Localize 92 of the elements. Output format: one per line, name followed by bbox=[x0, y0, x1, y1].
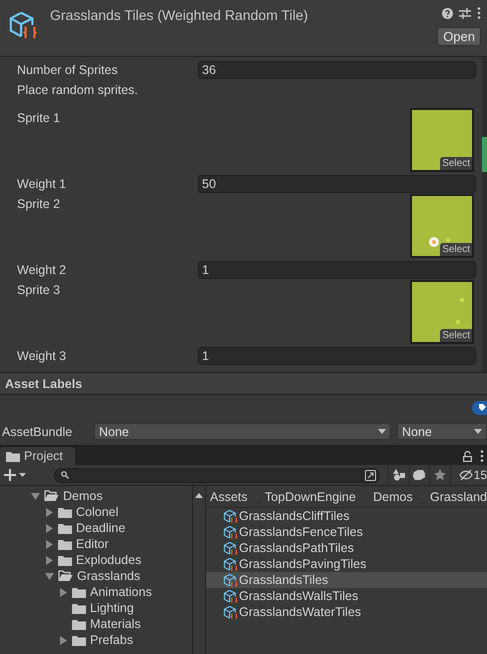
tile-asset-icon bbox=[223, 588, 238, 604]
sprite-slot[interactable]: Select bbox=[410, 108, 474, 172]
tile-asset-icon bbox=[223, 572, 238, 588]
collapsed-arrow-icon[interactable] bbox=[59, 636, 68, 644]
hidden-eye-icon[interactable] bbox=[458, 470, 473, 480]
input-field[interactable]: 36 bbox=[198, 61, 476, 79]
lock-icon[interactable] bbox=[463, 450, 472, 462]
folder-icon bbox=[58, 506, 72, 518]
folder-item[interactable]: Lighting bbox=[90, 601, 134, 615]
file-row[interactable]: GrasslandsPathTiles bbox=[206, 540, 487, 556]
file-row[interactable]: GrasslandsFenceTiles bbox=[206, 524, 487, 540]
file-row[interactable]: GrasslandsCliffTiles bbox=[206, 508, 487, 524]
folder-item[interactable]: Prefabs bbox=[90, 633, 134, 647]
file-row[interactable]: GrasslandsPavingTiles bbox=[206, 556, 487, 572]
more-icon[interactable] bbox=[477, 7, 481, 19]
input-field[interactable]: 1 bbox=[198, 347, 476, 365]
breadcrumb-item[interactable]: Assets bbox=[210, 490, 248, 504]
folder-item[interactable]: Colonel bbox=[76, 505, 118, 519]
tile-asset-icon bbox=[223, 508, 238, 524]
input-field[interactable]: 1 bbox=[198, 261, 476, 279]
folder-icon bbox=[58, 538, 72, 550]
file-row[interactable]: GrasslandsTiles bbox=[206, 572, 487, 588]
field-label: Weight 2 bbox=[17, 263, 66, 277]
collapsed-arrow-icon[interactable] bbox=[45, 540, 54, 548]
folder-item[interactable]: Grasslands bbox=[77, 569, 140, 583]
label-tag-icon[interactable] bbox=[472, 401, 487, 415]
folder-icon bbox=[6, 450, 20, 462]
tile-asset-icon bbox=[223, 524, 238, 540]
folder-icon bbox=[58, 522, 72, 534]
scrollbar[interactable] bbox=[482, 57, 487, 372]
help-text: Place random sprites. bbox=[17, 83, 138, 97]
select-button[interactable]: Select bbox=[440, 329, 472, 342]
field-label: Weight 1 bbox=[17, 177, 66, 191]
folder-item[interactable]: Animations bbox=[90, 585, 152, 599]
expand-search-icon[interactable] bbox=[365, 470, 376, 480]
open-folder-icon bbox=[44, 490, 59, 502]
caret-icon bbox=[19, 473, 26, 477]
field-label: AssetBundle bbox=[2, 424, 74, 438]
collapsed-arrow-icon[interactable] bbox=[45, 556, 54, 564]
sprite-slot[interactable]: Select bbox=[410, 280, 474, 344]
more-icon[interactable] bbox=[480, 450, 484, 462]
settings-sliders-icon[interactable] bbox=[459, 8, 471, 18]
search-icon bbox=[61, 471, 69, 479]
caret-icon bbox=[378, 429, 386, 434]
collapsed-arrow-icon[interactable] bbox=[45, 508, 54, 516]
open-folder-icon bbox=[58, 570, 73, 582]
shapes-icon[interactable] bbox=[392, 469, 405, 481]
help-icon[interactable] bbox=[442, 8, 453, 18]
folder-item[interactable]: Deadline bbox=[76, 521, 126, 535]
input-field[interactable]: 50 bbox=[198, 175, 476, 193]
expanded-arrow-icon[interactable] bbox=[45, 572, 54, 580]
tile-asset-icon bbox=[8, 10, 38, 40]
select-button[interactable]: Select bbox=[440, 157, 472, 170]
search-field[interactable] bbox=[54, 468, 380, 482]
folder-icon bbox=[72, 586, 86, 598]
folder-icon bbox=[58, 554, 72, 566]
field-label: Number of Sprites bbox=[17, 63, 118, 77]
folder-icon bbox=[72, 618, 86, 630]
caret-icon bbox=[474, 429, 482, 434]
folder-icon bbox=[72, 602, 86, 614]
collapsed-arrow-icon[interactable] bbox=[45, 524, 54, 532]
folder-icon bbox=[72, 634, 86, 646]
folder-item[interactable]: Explodudes bbox=[76, 553, 142, 567]
field-label: Sprite 2 bbox=[17, 197, 60, 211]
open-button[interactable]: Open bbox=[437, 27, 481, 46]
breadcrumb-item[interactable]: Demos bbox=[373, 490, 413, 504]
section-title: Asset Labels bbox=[5, 376, 82, 390]
field-label: Sprite 3 bbox=[17, 283, 60, 297]
tile-asset-icon bbox=[223, 556, 238, 572]
field-label: Sprite 1 bbox=[17, 111, 60, 125]
bundle-dropdown[interactable]: None bbox=[94, 423, 391, 440]
select-button[interactable]: Select bbox=[440, 243, 472, 256]
collapsed-arrow-icon[interactable] bbox=[59, 588, 68, 596]
file-row[interactable]: GrasslandsWallsTiles bbox=[206, 588, 487, 604]
window-title: Grasslands Tiles (Weighted Random Tile) bbox=[50, 7, 310, 25]
variant-dropdown[interactable]: None bbox=[397, 423, 486, 440]
expanded-arrow-icon[interactable] bbox=[31, 492, 40, 500]
tile-asset-icon bbox=[223, 540, 238, 556]
folder-item[interactable]: Demos bbox=[63, 489, 103, 503]
folder-item[interactable]: Materials bbox=[90, 617, 141, 631]
star-icon[interactable] bbox=[434, 469, 446, 481]
plus-icon bbox=[4, 469, 16, 481]
scroll-up-icon[interactable] bbox=[195, 493, 203, 498]
tile-asset-icon bbox=[223, 604, 238, 620]
project-tab[interactable]: Project bbox=[0, 447, 75, 465]
breadcrumb-item[interactable]: TopDownEngine bbox=[264, 490, 356, 504]
breadcrumb-item[interactable]: Grassland bbox=[430, 490, 487, 504]
sprite-slot[interactable]: Select bbox=[410, 194, 474, 258]
field-label: Weight 3 bbox=[17, 349, 66, 363]
file-row[interactable]: GrasslandsWaterTiles bbox=[206, 604, 487, 620]
hidden-count: 15 bbox=[474, 468, 487, 482]
folder-item[interactable]: Editor bbox=[76, 537, 109, 551]
